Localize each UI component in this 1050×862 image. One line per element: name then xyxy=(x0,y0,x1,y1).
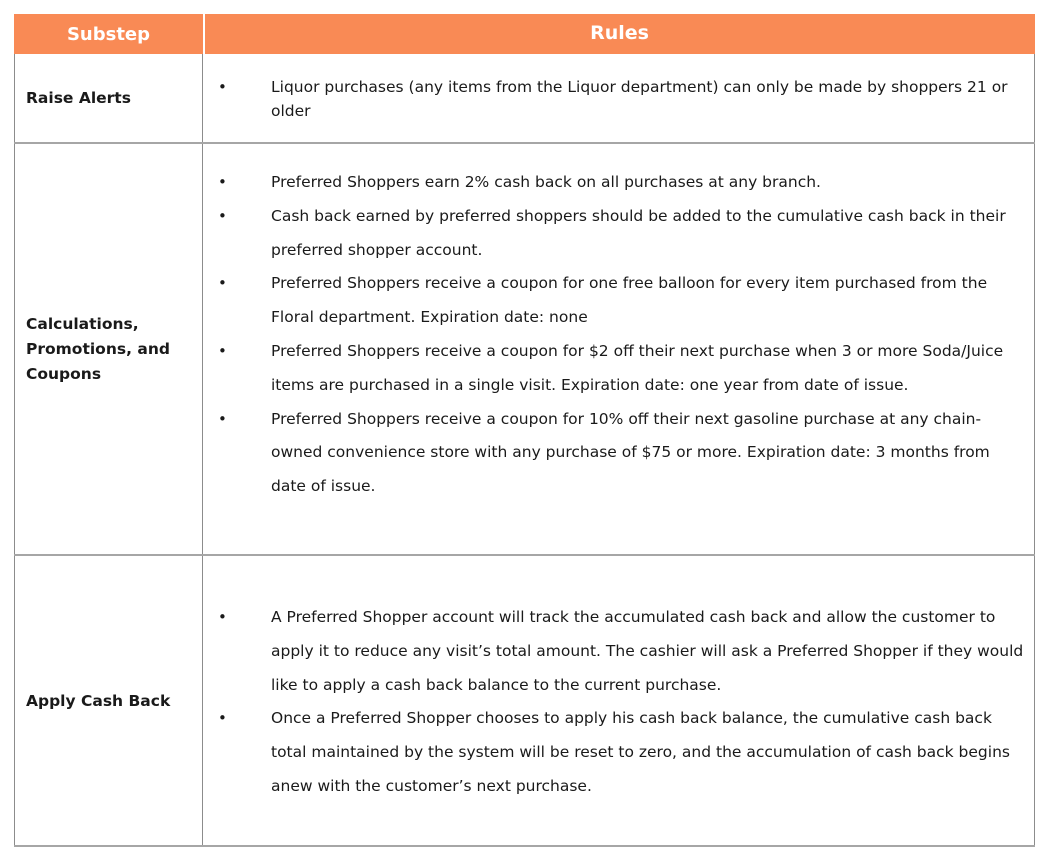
table-row: Raise Alerts • Liquor purchases (any item… xyxy=(14,54,1035,144)
bullet-icon: • xyxy=(218,608,227,626)
bullet-icon: • xyxy=(218,709,227,728)
list-item: • Preferred Shoppers receive a coupon for… xyxy=(218,403,1025,504)
header-rules: Rules xyxy=(590,22,649,44)
bullet-icon: • xyxy=(218,274,227,293)
bullet-icon: • xyxy=(218,173,227,191)
rule-text: A Preferred Shopper account will track t… xyxy=(271,608,1024,694)
rule-text: Liquor purchases (any items from the Liq… xyxy=(271,78,1008,120)
rules-table: Substep Rules Raise Alerts • Liquor purch… xyxy=(14,14,1035,847)
rule-text: Cash back earned by preferred shoppers s… xyxy=(271,206,1006,259)
bullet-icon: • xyxy=(218,341,227,360)
row-divider xyxy=(14,845,1035,847)
list-item: • Once a Preferred Shopper chooses to app… xyxy=(218,702,1025,803)
rules-list: • Liquor purchases (any items from the Li… xyxy=(218,75,1025,123)
rules-list: • A Preferred Shopper account will track … xyxy=(218,601,1025,804)
rule-text: Preferred Shoppers receive a coupon for … xyxy=(271,274,988,327)
substep-label: Raise Alerts xyxy=(26,89,131,107)
list-item: • Liquor purchases (any items from the Li… xyxy=(218,75,1025,123)
table-header: Substep Rules xyxy=(14,14,1035,54)
list-item: • Preferred Shoppers receive a coupon for… xyxy=(218,267,1025,335)
list-item: • Preferred Shoppers receive a coupon for… xyxy=(218,335,1025,403)
list-item: • Preferred Shoppers earn 2% cash back on… xyxy=(218,166,1025,200)
rules-list: • Preferred Shoppers earn 2% cash back on… xyxy=(218,166,1025,504)
header-substep: Substep xyxy=(66,24,151,45)
table-row: Apply Cash Back • A Preferred Shopper acc… xyxy=(14,556,1035,847)
rule-text: Preferred Shoppers earn 2% cash back on … xyxy=(271,173,821,191)
table-row: Calculations, Promotions, and Coupons • P… xyxy=(14,144,1035,556)
substep-label: Calculations, Promotions, and Coupons xyxy=(26,315,170,383)
bullet-icon: • xyxy=(218,78,227,96)
bullet-icon: • xyxy=(218,409,227,428)
substep-label: Apply Cash Back xyxy=(26,692,171,710)
rule-text: Preferred Shoppers receive a coupon for … xyxy=(271,341,1004,394)
rule-text: Preferred Shoppers receive a coupon for … xyxy=(271,409,990,496)
bullet-icon: • xyxy=(218,206,227,225)
list-item: • Cash back earned by preferred shoppers … xyxy=(218,200,1025,268)
rule-text: Once a Preferred Shopper chooses to appl… xyxy=(271,709,1010,795)
list-item: • A Preferred Shopper account will track … xyxy=(218,601,1025,702)
